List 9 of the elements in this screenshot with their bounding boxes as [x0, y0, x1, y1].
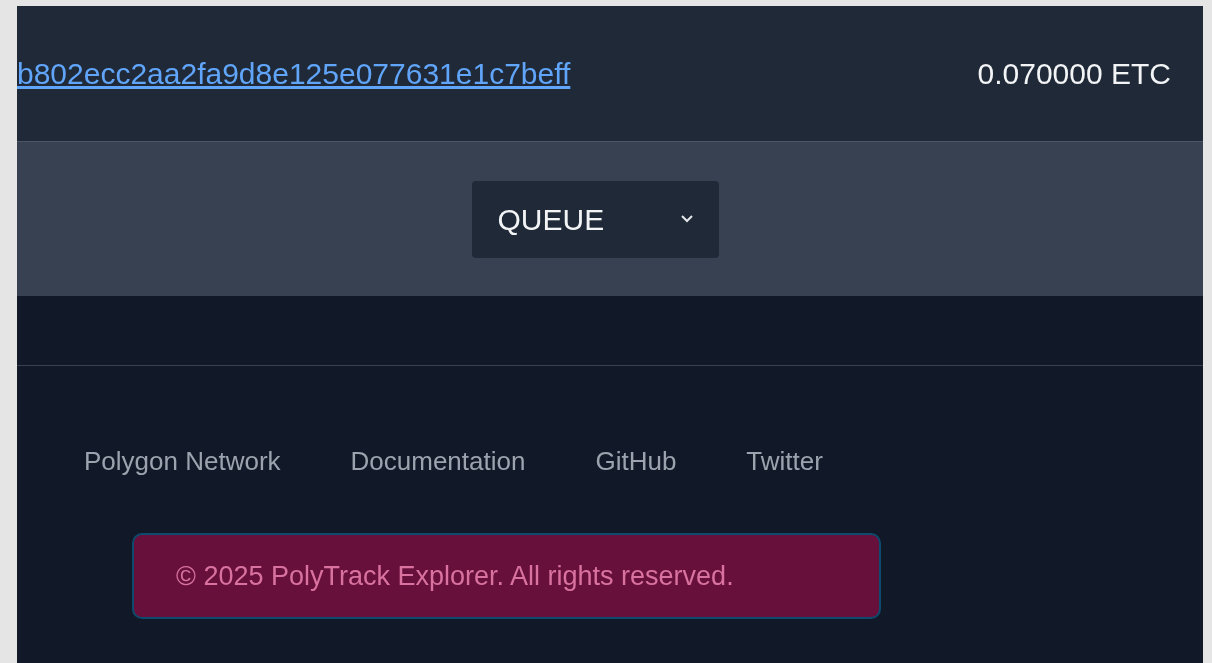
footer-link[interactable]: Polygon Network [84, 442, 281, 481]
transaction-hash-link[interactable]: b802ecc2aa2fa9d8e125e077631e1c7beff [17, 51, 571, 96]
copyright-notice: © 2025 PolyTrack Explorer. All rights reserved. [132, 533, 881, 619]
footer-link[interactable]: Documentation [350, 442, 526, 481]
chevron-down-icon [680, 215, 693, 223]
amount-text: 0.070000 ETC [977, 56, 1171, 92]
footer-link[interactable]: Twitter [746, 442, 823, 481]
status-select[interactable]: QUEUE [471, 180, 719, 258]
footer-link[interactable]: GitHub [595, 442, 677, 481]
